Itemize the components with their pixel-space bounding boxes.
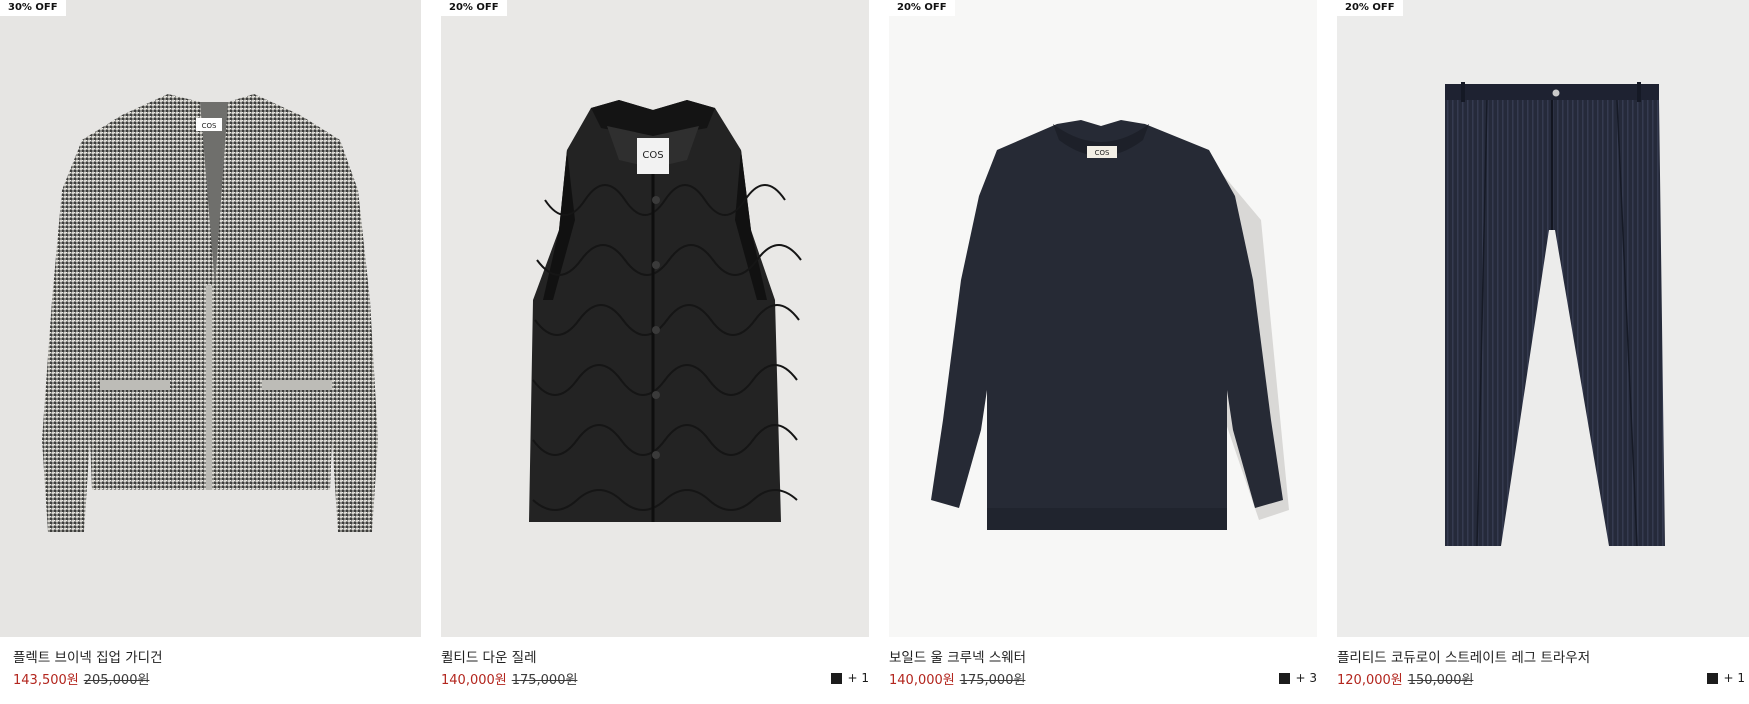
sale-price: 140,000원: [889, 673, 955, 688]
color-swatch-more[interactable]: + 1: [831, 671, 869, 685]
sale-price: 140,000원: [441, 673, 507, 688]
navy-wool-sweater-image: COS: [889, 0, 1317, 637]
product-name[interactable]: 플리티드 코듀로이 스트레이트 레그 트라우저: [1337, 646, 1590, 666]
product-image[interactable]: [1337, 0, 1749, 637]
original-price: 175,000원: [511, 673, 578, 688]
more-colors-count: + 1: [847, 671, 869, 685]
product-name[interactable]: 플렉트 브이넥 집업 가디건: [13, 646, 163, 666]
grey-knit-cardigan-image: COS: [0, 0, 421, 637]
discount-badge: 20% OFF: [441, 0, 507, 16]
product-price: 143,500원 205,000원: [13, 669, 149, 688]
original-price: 205,000원: [83, 673, 150, 688]
discount-badge: 30% OFF: [0, 0, 66, 16]
color-swatch-more[interactable]: + 3: [1279, 671, 1317, 685]
sale-price: 143,500원: [13, 673, 79, 688]
product-image[interactable]: COS: [441, 0, 869, 637]
color-swatch-icon: [1707, 672, 1719, 684]
product-image[interactable]: COS: [889, 0, 1317, 637]
color-swatch-more[interactable]: + 1: [1707, 671, 1745, 685]
product-card[interactable]: COS 30% OFF 플렉트 브이넥 집업 가디건 143,500원 205,0…: [0, 0, 421, 704]
discount-badge: 20% OFF: [889, 0, 955, 16]
product-name[interactable]: 퀼티드 다운 질레: [441, 646, 537, 666]
product-price: 140,000원 175,000원: [889, 669, 1025, 688]
color-swatch-icon: [831, 672, 843, 684]
more-colors-count: + 1: [1723, 671, 1745, 685]
navy-corduroy-trousers-image: [1337, 0, 1749, 637]
more-colors-count: + 3: [1295, 671, 1317, 685]
product-card[interactable]: 20% OFF 플리티드 코듀로이 스트레이트 레그 트라우저 120,000원…: [1337, 0, 1749, 704]
product-image[interactable]: COS: [0, 0, 421, 637]
product-name[interactable]: 보일드 울 크루넥 스웨터: [889, 646, 1026, 666]
original-price: 150,000원: [1407, 673, 1474, 688]
svg-text:COS: COS: [642, 150, 663, 161]
svg-text:COS: COS: [202, 122, 217, 130]
color-swatch-icon: [1279, 672, 1291, 684]
product-price: 120,000원 150,000원: [1337, 669, 1473, 688]
svg-text:COS: COS: [1095, 149, 1110, 157]
sale-price: 120,000원: [1337, 673, 1403, 688]
product-price: 140,000원 175,000원: [441, 669, 577, 688]
black-quilted-vest-image: COS: [441, 0, 869, 637]
product-grid: COS 30% OFF 플렉트 브이넥 집업 가디건 143,500원 205,0…: [0, 0, 1749, 704]
product-card[interactable]: COS 20% OFF 보일드 울 크루넥 스웨터 140,000원 175,00…: [889, 0, 1317, 704]
original-price: 175,000원: [959, 673, 1026, 688]
discount-badge: 20% OFF: [1337, 0, 1403, 16]
product-card[interactable]: COS 20% OFF 퀼티드 다운 질레 140,000원 175,000원 +…: [441, 0, 869, 704]
